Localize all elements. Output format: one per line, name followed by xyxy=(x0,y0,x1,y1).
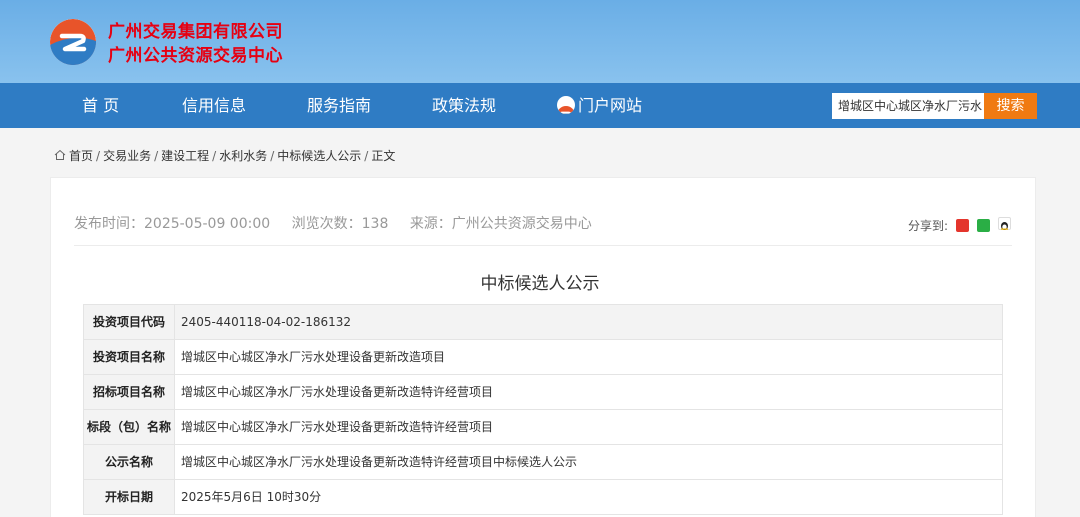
table-row: 公示名称 增城区中心城区净水厂污水处理设备更新改造特许经营项目中标候选人公示 xyxy=(83,444,1003,480)
nav-credit-info[interactable]: 信用信息 xyxy=(182,83,246,128)
home-icon xyxy=(54,149,66,160)
project-info-table: 投资项目代码 2405-440118-04-02-186132 投资项目名称 增… xyxy=(83,304,1003,515)
portal-logo-icon xyxy=(557,96,575,114)
table-row: 招标项目名称 增城区中心城区净水厂污水处理设备更新改造特许经营项目 xyxy=(83,374,1003,410)
table-key: 招标项目名称 xyxy=(83,374,175,410)
table-key: 公示名称 xyxy=(83,444,175,480)
qq-share-icon[interactable] xyxy=(997,217,1011,230)
breadcrumb-trading[interactable]: 交易业务 xyxy=(103,149,151,163)
table-key: 标段（包）名称 xyxy=(83,409,175,445)
search-input[interactable]: 增城区中心城区净水厂污水 xyxy=(832,93,984,119)
nav-portal[interactable]: 门户网站 xyxy=(557,83,642,128)
table-value: 增城区中心城区净水厂污水处理设备更新改造特许经营项目 xyxy=(174,374,1003,410)
wechat-share-icon[interactable] xyxy=(976,219,990,232)
table-value: 增城区中心城区净水厂污水处理设备更新改造特许经营项目 xyxy=(174,409,1003,445)
nav-home[interactable]: 首 页 xyxy=(82,83,119,128)
breadcrumb-construction[interactable]: 建设工程 xyxy=(161,149,209,163)
table-value: 2025年5月6日 10时30分 xyxy=(174,479,1003,515)
table-value: 增城区中心城区净水厂污水处理设备更新改造项目 xyxy=(174,339,1003,375)
logo-icon[interactable] xyxy=(50,19,96,65)
org-name[interactable]: 广州交易集团有限公司 广州公共资源交易中心 xyxy=(108,20,283,68)
view-count: 浏览次数：138 xyxy=(291,216,389,232)
breadcrumb: 首页 / 交易业务 / 建设工程 / 水利水务 / 中标候选人公示 / 正文 xyxy=(54,146,395,166)
publish-time: 发布时间：2025-05-09 00:00 xyxy=(74,216,271,232)
table-value: 2405-440118-04-02-186132 xyxy=(174,304,1003,340)
breadcrumb-water[interactable]: 水利水务 xyxy=(219,149,267,163)
breadcrumb-home[interactable]: 首页 xyxy=(69,149,93,163)
article-meta: 发布时间：2025-05-09 00:00 浏览次数：138 来源：广州公共资源… xyxy=(74,212,609,236)
nav-policy[interactable]: 政策法规 xyxy=(432,83,496,128)
site-header: 广州交易集团有限公司 广州公共资源交易中心 xyxy=(0,0,1080,83)
table-row: 标段（包）名称 增城区中心城区净水厂污水处理设备更新改造特许经营项目 xyxy=(83,409,1003,445)
share-bar: 分享到: xyxy=(908,216,1011,236)
breadcrumb-candidate[interactable]: 中标候选人公示 xyxy=(277,149,361,163)
org-name-line2: 广州公共资源交易中心 xyxy=(108,46,283,66)
search-button[interactable]: 搜索 xyxy=(984,93,1037,119)
table-key: 投资项目名称 xyxy=(83,339,175,375)
org-name-line1: 广州交易集团有限公司 xyxy=(108,22,283,42)
article-source: 来源：广州公共资源交易中心 xyxy=(409,216,592,232)
table-row: 开标日期 2025年5月6日 10时30分 xyxy=(83,479,1003,515)
table-key: 开标日期 xyxy=(83,479,175,515)
nav-service-guide[interactable]: 服务指南 xyxy=(307,83,371,128)
table-row: 投资项目名称 增城区中心城区净水厂污水处理设备更新改造项目 xyxy=(83,339,1003,375)
breadcrumb-current: 正文 xyxy=(371,149,396,163)
nav-portal-label: 门户网站 xyxy=(578,96,643,115)
table-row: 投资项目代码 2405-440118-04-02-186132 xyxy=(83,304,1003,340)
document-title: 中标候选人公示 xyxy=(480,274,600,294)
share-label: 分享到: xyxy=(908,219,949,233)
meta-divider xyxy=(74,245,1012,246)
table-value: 增城区中心城区净水厂污水处理设备更新改造特许经营项目中标候选人公示 xyxy=(174,444,1003,480)
weibo-share-icon[interactable] xyxy=(955,219,969,232)
table-key: 投资项目代码 xyxy=(83,304,175,340)
